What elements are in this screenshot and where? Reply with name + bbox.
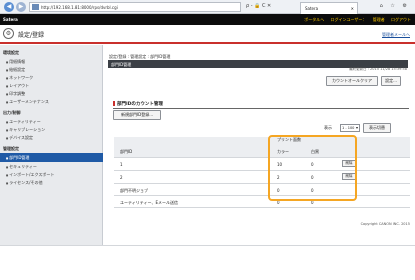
print-count-highlight	[268, 135, 357, 201]
last-update: 最終更新日 : 2015 11/28 15:39:58	[349, 67, 407, 71]
sidebar-item-license[interactable]: ライセンス/その他	[6, 180, 42, 186]
sidebar-group-admin: 管理設定	[3, 146, 19, 151]
copyright: Copyright CANON INC. 2015	[360, 222, 410, 226]
site-icon	[32, 4, 39, 10]
brand-logo: Satera	[3, 17, 18, 22]
table-row: 部門不明ジョブ 0 0	[114, 184, 410, 196]
section-title: 部門IDのカウント管理	[113, 101, 409, 109]
sidebar-item-security[interactable]: セキュリティー	[6, 164, 37, 170]
sidebar-item-feed[interactable]: 給紙設定	[6, 67, 25, 73]
browser-chrome: ◀ ▶ http://192.168.1.81:8000/rps/dvrbl.c…	[0, 0, 415, 14]
address-url: http://192.168.1.81:8000/rps/dvrbl.cgi	[41, 5, 118, 10]
sidebar-item-user-maintenance[interactable]: ユーザーメンテナンス	[6, 99, 49, 105]
tab-label: Satera	[305, 6, 319, 11]
display-switch-button[interactable]: 表示切替	[363, 123, 391, 133]
sidebar-item-calibration[interactable]: キャリブレーション	[6, 127, 45, 133]
sidebar-item-dept-id[interactable]: 部門ID管理	[0, 153, 103, 162]
settings-button[interactable]: 設定...	[381, 76, 401, 86]
browser-tool-icons[interactable]: ⌂ ☆ ⚙	[380, 3, 410, 9]
display-label: 表示	[324, 125, 332, 130]
dept-id[interactable]: 2	[120, 175, 123, 180]
forward-button[interactable]: ▶	[16, 2, 26, 12]
page-title: 設定/登録	[18, 32, 45, 39]
user-name: 管理者	[372, 17, 385, 22]
page-header: ⚙ 設定/登録 管理者メールへ	[0, 25, 415, 44]
address-tools[interactable]: ρ - 🔒 C ✕	[246, 3, 271, 9]
back-button[interactable]: ◀	[4, 2, 14, 12]
table-header-row-2: 部門ID カラー 白黒	[114, 147, 410, 158]
top-bar: Satera ポータルへ ログインユーザー： 管理者 ログアウト	[0, 14, 415, 25]
login-user-label: ログインユーザー：	[330, 17, 367, 22]
sidebar-item-device-settings[interactable]: デバイス設定	[6, 135, 33, 141]
display-range-select[interactable]: 1 - 100	[340, 124, 360, 132]
sidebar: 環境設定 用紙情報 給紙設定 ネットワーク レイアウト 印字調整 ユーザーメンテ…	[0, 45, 103, 245]
browser-tab[interactable]: Satera ✕	[300, 2, 358, 14]
sidebar-item-layout[interactable]: レイアウト	[6, 83, 29, 89]
sidebar-item-print-adjust[interactable]: 印字調整	[6, 91, 25, 97]
logout-link[interactable]: ログアウト	[391, 17, 411, 22]
sidebar-item-paper[interactable]: 用紙情報	[6, 59, 25, 65]
sidebar-item-utility[interactable]: ユーティリティー	[6, 119, 41, 125]
dept-id[interactable]: 1	[120, 162, 123, 167]
dept-id: ユーティリティー、Eメール送信	[120, 200, 179, 205]
table-row: ユーティリティー、Eメール送信 0 0	[114, 196, 410, 208]
sidebar-group-env: 環境設定	[3, 50, 19, 55]
top-links: ポータルへ ログインユーザー： 管理者 ログアウト	[299, 17, 411, 23]
close-icon[interactable]: ✕	[351, 6, 354, 11]
table-row: 2 2 0 削除	[114, 171, 410, 184]
table-row: 1 10 0 削除	[114, 158, 410, 171]
address-bar[interactable]: http://192.168.1.81:8000/rps/dvrbl.cgi	[29, 2, 241, 12]
clear-all-counts-button[interactable]: カウントオールクリア	[326, 76, 378, 86]
sidebar-item-import-export[interactable]: インポート/エクスポート	[6, 172, 54, 178]
dept-id: 部門不明ジョブ	[120, 188, 148, 193]
settings-icon: ⚙	[3, 28, 14, 39]
register-dept-button[interactable]: 新規部門ID登録...	[113, 110, 161, 120]
page-footer	[0, 245, 415, 280]
sidebar-group-output: 出力/制御	[3, 110, 21, 115]
col-dept: 部門ID	[120, 149, 133, 154]
admin-mail-link[interactable]: 管理者メールへ	[382, 32, 410, 38]
main-content: 設定/登録 : 管理設定 : 部門ID管理 部門ID管理 最終更新日 : 201…	[104, 45, 415, 245]
portal-link[interactable]: ポータルへ	[304, 17, 324, 22]
sidebar-item-network[interactable]: ネットワーク	[6, 75, 33, 81]
